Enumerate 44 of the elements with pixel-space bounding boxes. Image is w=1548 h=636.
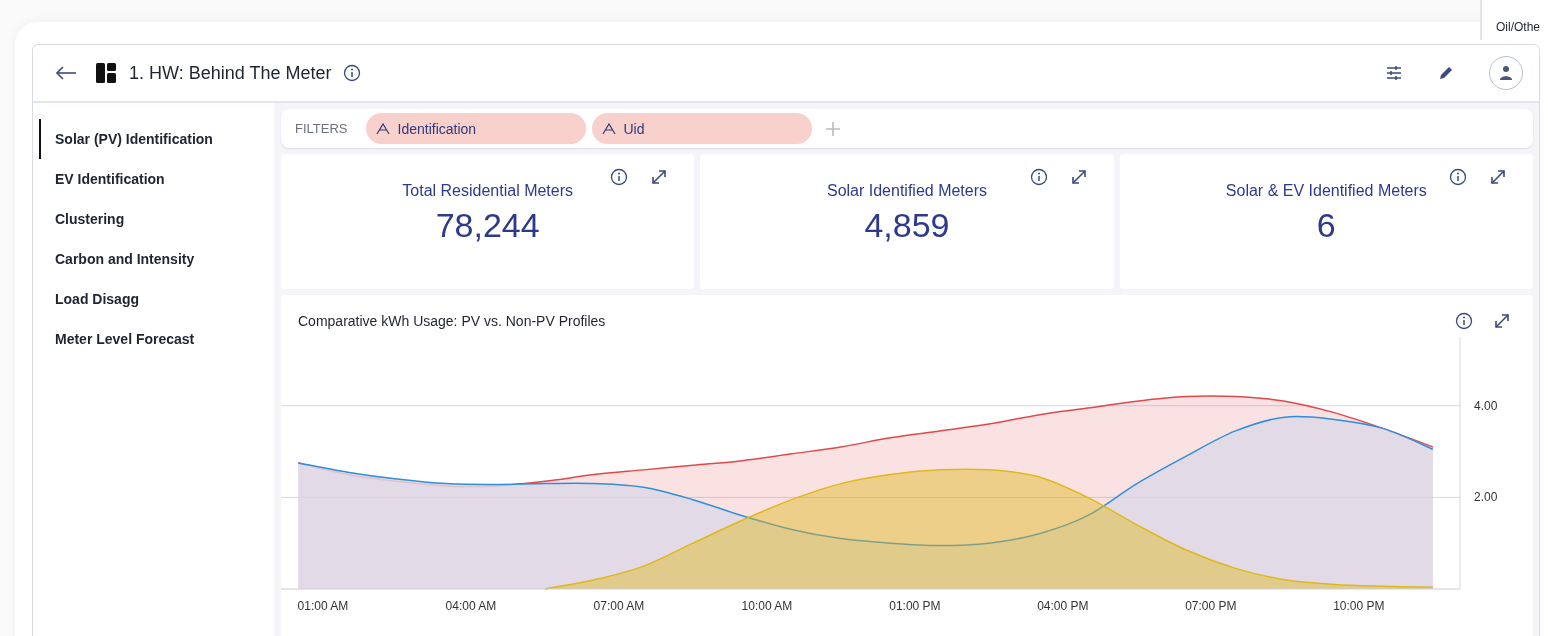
x-tick-label: 07:00 AM bbox=[593, 599, 645, 613]
x-tick-label: 10:00 AM bbox=[741, 599, 793, 613]
kpi-title: Solar Identified Meters bbox=[826, 182, 988, 200]
pencil-icon bbox=[1437, 64, 1455, 82]
sidebar-item[interactable]: Clustering bbox=[39, 199, 274, 239]
expand-icon[interactable] bbox=[1489, 168, 1507, 186]
text-type-icon bbox=[601, 122, 616, 135]
expand-icon[interactable] bbox=[1069, 168, 1088, 186]
sliders-icon bbox=[1385, 64, 1403, 82]
info-icon[interactable] bbox=[1455, 312, 1473, 330]
info-icon[interactable] bbox=[343, 64, 362, 82]
dashboard-title: 1. HW: Behind The Meter bbox=[129, 62, 332, 84]
sidebar-item[interactable]: EV Identification bbox=[39, 159, 274, 199]
kpi-title: Solar & EV Identified Meters bbox=[1225, 182, 1427, 200]
chart-title: Comparative kWh Usage: PV vs. Non-PV Profiles bbox=[298, 313, 606, 329]
user-avatar[interactable] bbox=[1489, 56, 1523, 90]
sidebar-item[interactable]: Carbon and Intensity bbox=[39, 239, 274, 279]
x-tick-label: 07:00 PM bbox=[1185, 599, 1237, 613]
text-type-icon bbox=[375, 122, 390, 135]
back-arrow-icon[interactable] bbox=[55, 65, 77, 81]
x-tick-label: 04:00 AM bbox=[445, 599, 497, 613]
background-panel-text: Oil/Othe bbox=[1480, 0, 1548, 40]
info-icon[interactable] bbox=[610, 168, 629, 186]
sidebar-item[interactable]: Meter Level Forecast bbox=[39, 319, 274, 359]
filters-label: FILTERS bbox=[295, 121, 348, 136]
kpi-value: 6 bbox=[1316, 206, 1336, 245]
info-icon[interactable] bbox=[1449, 168, 1467, 186]
expand-icon[interactable] bbox=[650, 168, 669, 186]
dashboard-icon bbox=[95, 62, 117, 84]
kpi-title: Total Residential Meters bbox=[402, 182, 574, 200]
sidebar-item[interactable]: Solar (PV) Identification bbox=[39, 119, 274, 159]
sidebar-item[interactable]: Load Disagg bbox=[39, 279, 274, 319]
expand-icon[interactable] bbox=[1493, 312, 1511, 330]
filter-chip[interactable]: Identification bbox=[365, 113, 586, 144]
y-tick-label: 4.00 bbox=[1474, 398, 1498, 413]
y-tick-label: 2.00 bbox=[1474, 490, 1498, 505]
x-tick-label: 04:00 PM bbox=[1037, 599, 1089, 613]
x-tick-label: 10:00 PM bbox=[1333, 599, 1385, 613]
x-tick-label: 01:00 AM bbox=[297, 599, 349, 613]
kpi-value: 4,859 bbox=[864, 206, 950, 245]
kpi-value: 78,244 bbox=[435, 206, 540, 245]
filter-chip[interactable]: Uid bbox=[591, 113, 812, 144]
info-icon[interactable] bbox=[1029, 168, 1048, 186]
x-tick-label: 01:00 PM bbox=[889, 599, 941, 613]
